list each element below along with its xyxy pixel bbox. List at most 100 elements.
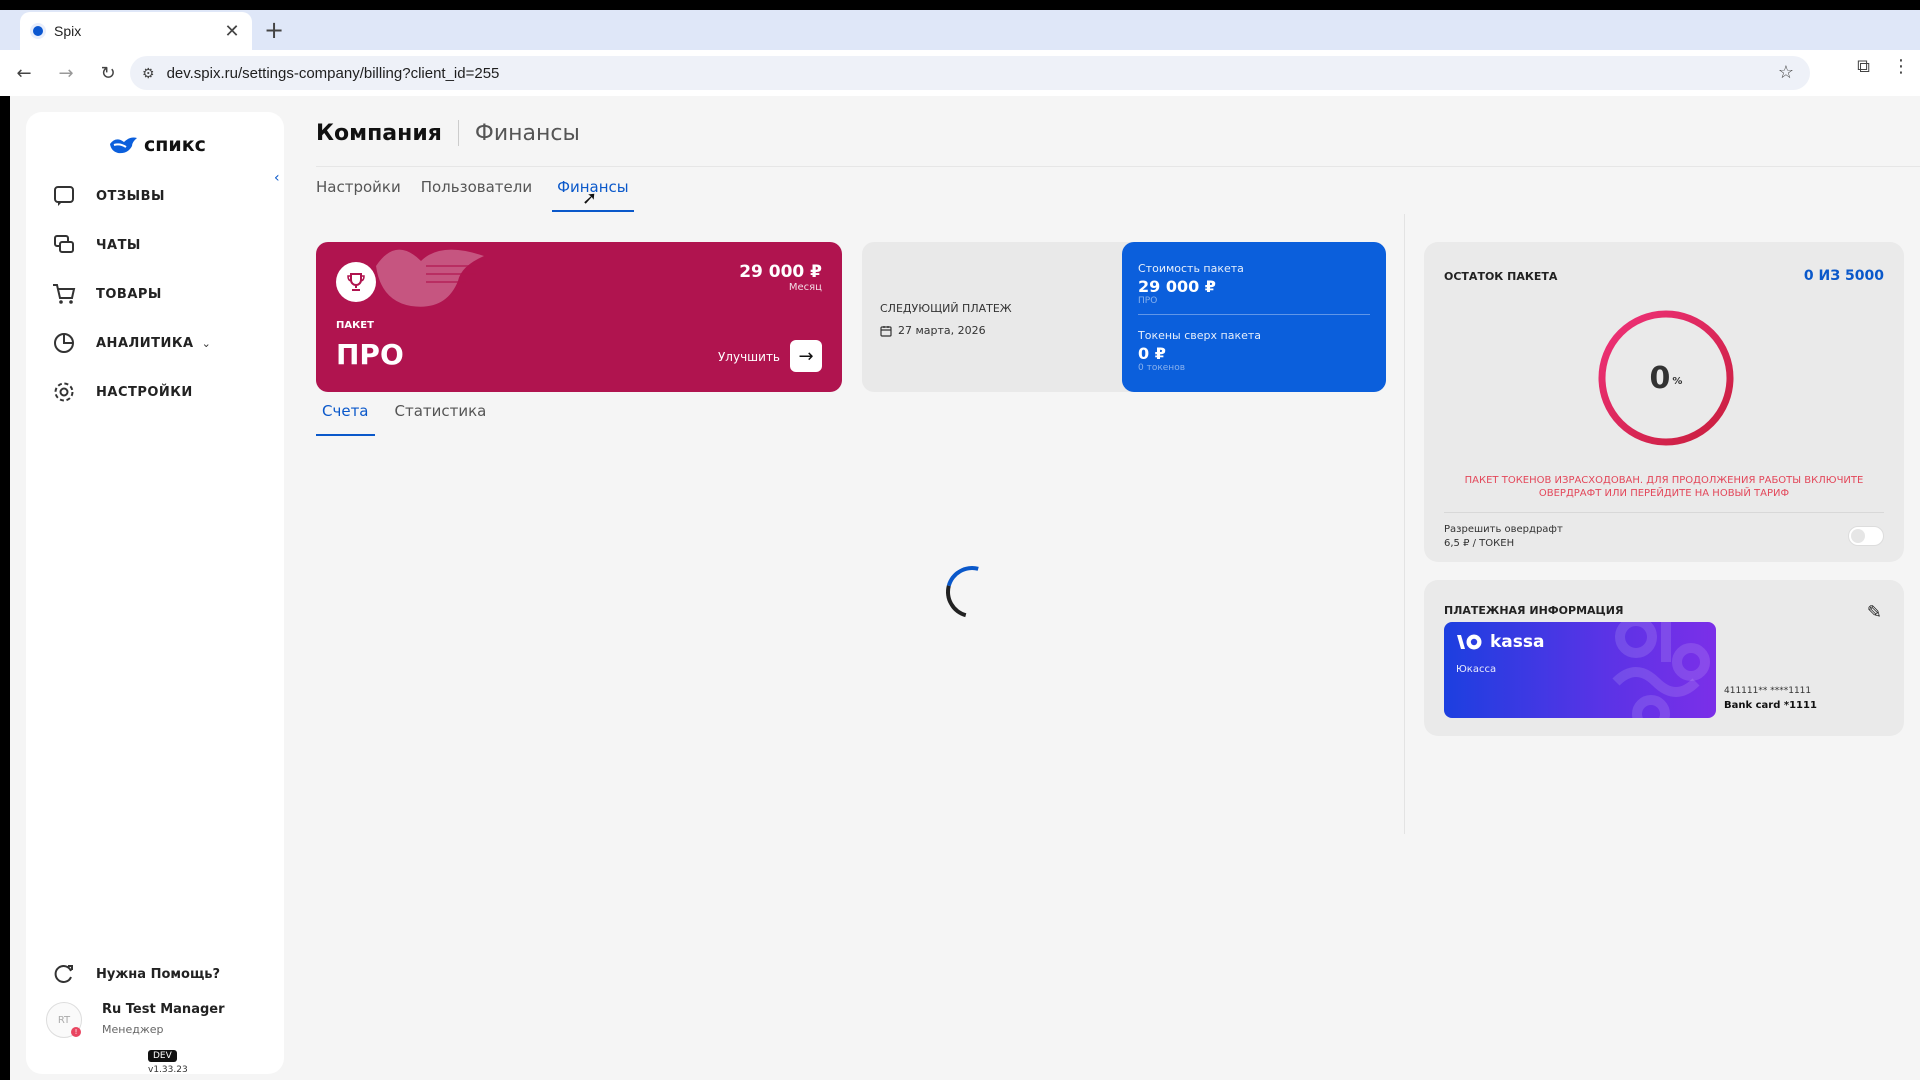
package-cost-value: 29 000 ₽: [1138, 277, 1216, 296]
overage-value: 0 ₽: [1138, 344, 1166, 363]
sidebar: спикс ‹ ОТЗЫВЫ ЧАТЫ ТОВАРЫ АНАЛИТИКА ⌄ Н…: [26, 112, 284, 1075]
reload-icon[interactable]: ↻: [90, 55, 126, 91]
plan-name: ПРО: [336, 338, 404, 371]
collapse-sidebar-icon[interactable]: ‹: [274, 170, 280, 186]
cost-divider: [1138, 314, 1370, 315]
notification-dot: !: [71, 1027, 81, 1037]
bookmark-star-icon[interactable]: ☆: [1778, 62, 1794, 83]
plan-period: Месяц: [788, 282, 822, 293]
version-label: v1.33.23: [148, 1065, 188, 1075]
remaining-divider: [1444, 512, 1884, 513]
sidebar-item-label: АНАЛИТИКА: [96, 335, 194, 351]
package-remaining-card: ОСТАТОК ПАКЕТА 0 ИЗ 5000 0% ПАКЕТ ТОКЕНО…: [1424, 242, 1904, 562]
overage-label: Токены сверх пакета: [1138, 329, 1262, 342]
edit-pencil-icon[interactable]: ✎: [1867, 602, 1882, 623]
billing-subtabs: Счета Статистика: [316, 402, 492, 436]
logo-text: спикс: [144, 134, 206, 156]
user-name: Ru Test Manager: [102, 1002, 225, 1017]
user-role: Менеджер: [102, 1023, 164, 1036]
reading-mode-icon[interactable]: ⧉: [1857, 56, 1870, 77]
help-label: Нужна Помощь?: [96, 966, 221, 982]
chevron-down-icon: ⌄: [201, 336, 211, 350]
logo[interactable]: спикс: [108, 134, 206, 156]
url-text: dev.spix.ru/settings-company/billing?cli…: [166, 64, 500, 82]
main-content: Компания Финансы Настройки Пользователи …: [292, 96, 1920, 1080]
card-name: Bank card *1111: [1724, 700, 1817, 711]
plan-card: 29 000 ₽ Месяц ПАКЕТ ПРО Улучшить →: [316, 242, 842, 392]
sidebar-item-reviews[interactable]: ОТЗЫВЫ: [50, 181, 165, 211]
usage-percent: 0%: [1596, 308, 1736, 448]
page-title-main: Компания: [316, 120, 442, 146]
remaining-count: 0 ИЗ 5000: [1803, 268, 1884, 284]
user-profile[interactable]: RT ! Ru Test Manager Менеджер: [46, 1002, 225, 1038]
sidebar-item-label: ТОВАРЫ: [96, 286, 162, 302]
sidebar-item-label: ОТЗЫВЫ: [96, 188, 166, 204]
tab-statistics[interactable]: Статистика: [389, 402, 493, 436]
analytics-icon: [50, 329, 78, 357]
chat-icon: [50, 231, 78, 259]
sidebar-item-analytics[interactable]: АНАЛИТИКА ⌄: [50, 328, 211, 358]
sidebar-item-chats[interactable]: ЧАТЫ: [50, 230, 141, 260]
next-payment-date: 27 марта, 2026: [880, 324, 986, 337]
overdraft-label: Разрешить овердрафт: [1444, 524, 1563, 535]
logo-bird-icon: [110, 137, 137, 154]
cost-panel: Стоимость пакета 29 000 ₽ ПРО Токены све…: [1122, 242, 1386, 392]
next-payment-label: СЛЕДУЮЩИЙ ПЛАТЕЖ: [880, 302, 1012, 315]
sidebar-item-label: НАСТРОЙКИ: [96, 384, 193, 400]
billing-info-card: ПЛАТЕЖНАЯ ИНФОРМАЦИЯ ✎ kassa Юкасса 4111…: [1424, 580, 1904, 736]
header-divider: [316, 166, 1920, 167]
package-cost-sub: ПРО: [1138, 296, 1158, 306]
browser-toolbar: ← → ↻ ⚙ dev.spix.ru/settings-company/bil…: [0, 50, 1920, 96]
loading-spinner: [936, 556, 1008, 628]
page-title: Компания Финансы: [316, 120, 580, 146]
mouse-cursor-icon: ➚: [582, 188, 598, 209]
app-root: спикс ‹ ОТЗЫВЫ ЧАТЫ ТОВАРЫ АНАЛИТИКА ⌄ Н…: [10, 96, 1920, 1080]
tab-title: Spix: [54, 23, 82, 39]
tab-users[interactable]: Пользователи: [421, 178, 532, 212]
reviews-icon: [50, 182, 78, 210]
favicon-icon: [30, 23, 46, 39]
plan-label: ПАКЕТ: [336, 320, 374, 331]
site-info-icon[interactable]: ⚙: [142, 65, 155, 82]
package-exhausted-warning: ПАКЕТ ТОКЕНОВ ИЗРАСХОДОВАН. ДЛЯ ПРОДОЛЖЕ…: [1464, 475, 1864, 499]
overdraft-price: 6,5 ₽ / ТОКЕН: [1444, 538, 1515, 549]
overage-sub: 0 токенов: [1138, 363, 1186, 373]
tab-invoices[interactable]: Счета: [316, 402, 375, 436]
provider-subtitle: Юкасса: [1456, 664, 1497, 675]
sidebar-item-label: ЧАТЫ: [96, 237, 141, 253]
back-icon[interactable]: ←: [6, 55, 42, 91]
upgrade-button[interactable]: →: [790, 340, 822, 372]
yookassa-mark-icon: [1457, 634, 1482, 650]
help-link[interactable]: Нужна Помощь?: [50, 960, 220, 988]
gear-icon: [50, 378, 78, 406]
upgrade-label[interactable]: Улучшить: [718, 350, 780, 364]
sidebar-item-settings[interactable]: НАСТРОЙКИ: [50, 377, 193, 407]
tab-settings[interactable]: Настройки: [316, 178, 401, 212]
sidebar-item-products[interactable]: ТОВАРЫ: [50, 279, 162, 309]
card-pattern-decoration: [1612, 622, 1710, 718]
billing-info-title: ПЛАТЕЖНАЯ ИНФОРМАЦИЯ: [1444, 604, 1624, 617]
provider-name: kassa: [1490, 632, 1545, 652]
trophy-icon: [336, 262, 376, 302]
next-payment-panel: СЛЕДУЮЩИЙ ПЛАТЕЖ 27 марта, 2026: [862, 242, 1122, 392]
help-icon: [50, 960, 78, 988]
plan-price: 29 000 ₽: [739, 262, 822, 282]
menu-icon[interactable]: ⋮: [1892, 56, 1910, 77]
address-bar[interactable]: ⚙ dev.spix.ru/settings-company/billing?c…: [130, 56, 1810, 90]
overdraft-toggle[interactable]: [1848, 526, 1884, 546]
browser-tab[interactable]: Spix ✕: [20, 12, 252, 50]
card-number-mask: 411111** ****1111: [1724, 686, 1812, 696]
next-payment-date-text: 27 марта, 2026: [898, 324, 986, 337]
env-badge: DEV: [148, 1050, 177, 1062]
close-icon[interactable]: ✕: [222, 21, 242, 42]
cart-icon: [50, 280, 78, 308]
forward-icon[interactable]: →: [48, 55, 84, 91]
remaining-title: ОСТАТОК ПАКЕТА: [1444, 270, 1558, 283]
yookassa-logo: kassa: [1456, 632, 1545, 652]
calendar-icon: [880, 325, 892, 337]
payment-provider-card: kassa Юкасса: [1444, 622, 1716, 718]
page-title-sub: Финансы: [474, 120, 580, 146]
browser-tab-bar: Spix ✕ +: [0, 10, 1920, 50]
arrow-right-icon: →: [798, 345, 814, 367]
new-tab-icon[interactable]: +: [264, 18, 284, 42]
